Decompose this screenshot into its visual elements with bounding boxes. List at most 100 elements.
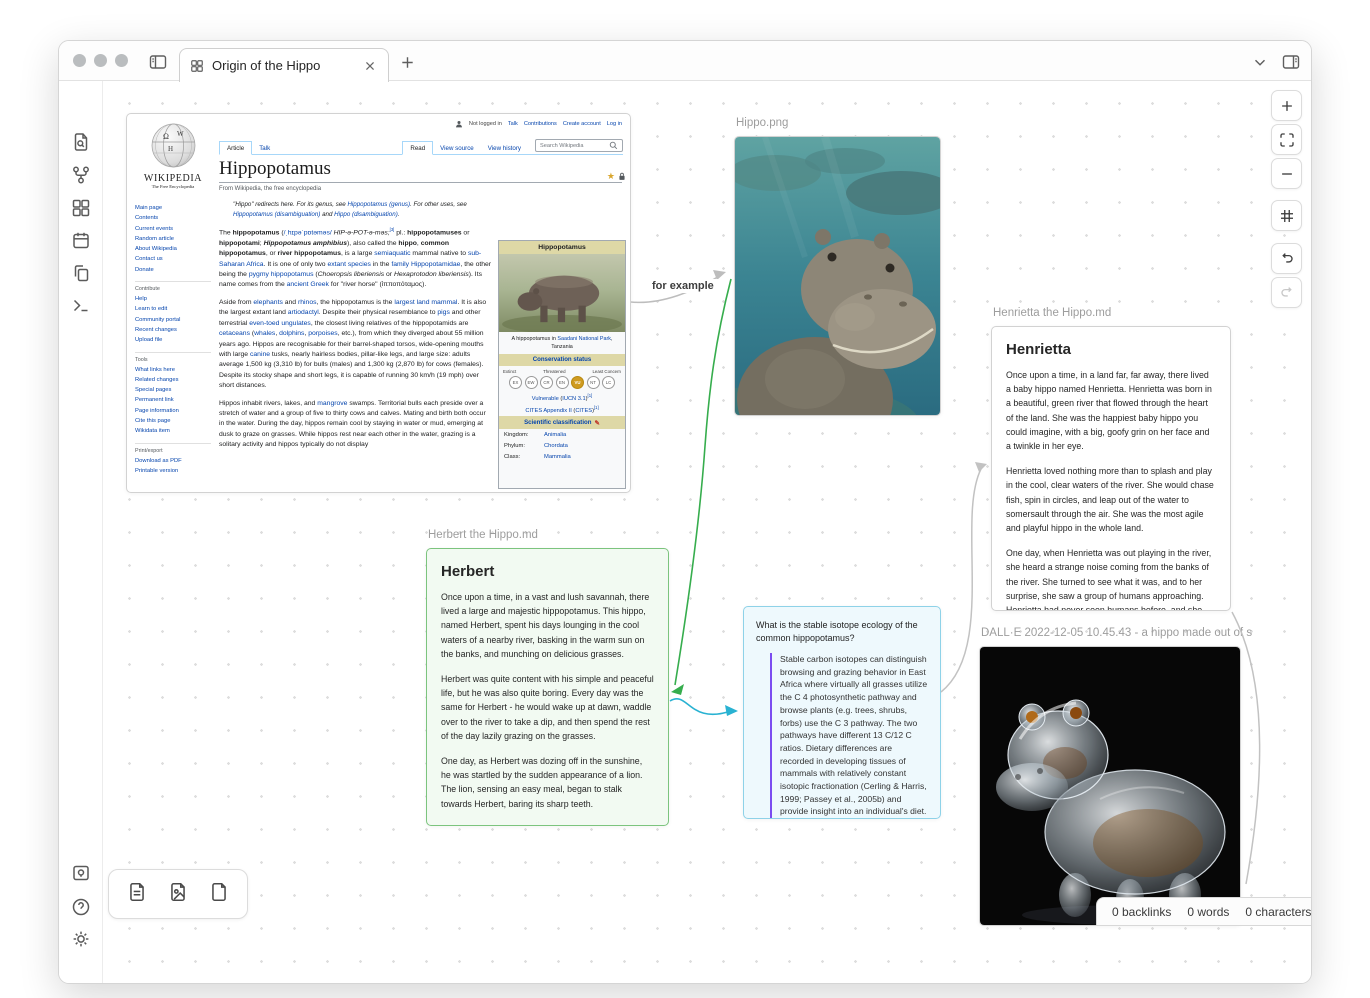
baby-hippo-underwater-image: [735, 137, 940, 415]
answer-blockquote: Stable carbon isotopes can distinguish b…: [770, 653, 928, 818]
article-hatnote: "Hippo" redirects here. For its genus, s…: [233, 201, 467, 218]
settings-button[interactable]: [71, 929, 91, 949]
zoom-in-button[interactable]: [1271, 90, 1302, 121]
vault-switcher-button[interactable]: [71, 863, 91, 883]
iucn-scale-labels: Extinct Threatened Least Concern: [503, 368, 621, 374]
blank-file-icon: [211, 882, 226, 901]
question-text: What is the stable isotope ecology of th…: [756, 620, 918, 643]
isotope-question-card[interactable]: What is the stable isotope ecology of th…: [743, 606, 941, 819]
hippo-photo: [499, 254, 625, 333]
search-placeholder: Search Wikipedia: [540, 142, 584, 149]
minimize-window-button[interactable]: [94, 54, 107, 67]
article-paragraph: Hippos inhabit rivers, lakes, and mangro…: [219, 399, 486, 449]
tab-title: Origin of the Hippo: [212, 58, 321, 73]
svg-text:W: W: [177, 130, 184, 138]
herbert-note-card[interactable]: Herbert Once upon a time, in a vast and …: [426, 548, 669, 826]
sidebar-section-header: Print/export: [135, 442, 211, 454]
taxonomy-row: Phylum: Chordata: [504, 442, 568, 449]
new-canvas-button[interactable]: [71, 198, 91, 218]
wikipedia-personal-links[interactable]: Not logged in Talk Contributions Create acc…: [455, 120, 622, 128]
wikipedia-contribute-links[interactable]: Help Learn to edit Community portal Recent …: [135, 294, 211, 345]
traffic-lights[interactable]: [73, 54, 128, 67]
file-search-icon: [74, 133, 88, 151]
watchlist-star-icon[interactable]: ★: [607, 172, 615, 181]
vault-icon: [73, 865, 89, 881]
tab-origin-of-the-hippo[interactable]: Origin of the Hippo: [179, 48, 389, 82]
wikipedia-logo[interactable]: Ω W H: [135, 122, 211, 169]
snap-to-grid-toggle[interactable]: [1271, 200, 1302, 231]
cites-status-line[interactable]: CITES Appendix II (CITES)[1]: [501, 405, 623, 414]
add-media-card-button[interactable]: [167, 881, 189, 908]
zoom-to-fit-button[interactable]: [1271, 124, 1302, 155]
card-label-dalle: DALL·E 2022-12-05 10.45.43 - a hippo mad…: [981, 627, 1253, 639]
daily-note-button[interactable]: [71, 230, 91, 250]
svg-text:H: H: [168, 145, 173, 153]
add-file-card-button[interactable]: [208, 881, 230, 908]
henrietta-note-card[interactable]: Henrietta Once upon a time, in a land fa…: [991, 326, 1231, 611]
close-window-button[interactable]: [73, 54, 86, 67]
word-count: 0 words: [1187, 904, 1230, 919]
note-body: Once upon a time, in a land far, far awa…: [1006, 370, 1214, 611]
classification-header[interactable]: Scientific classification ✎: [499, 416, 625, 430]
tab-list-dropdown-button[interactable]: [1249, 51, 1271, 73]
help-button[interactable]: [71, 897, 91, 917]
page-protection-lock-icon: [619, 172, 625, 180]
templates-button[interactable]: [71, 263, 91, 283]
zoom-window-button[interactable]: [115, 54, 128, 67]
conservation-status-header[interactable]: Conservation status: [499, 353, 625, 366]
close-tab-icon[interactable]: [362, 58, 378, 74]
new-tab-button[interactable]: [397, 52, 417, 72]
note-body: Once upon a time, in a vast and lush sav…: [441, 592, 654, 825]
taxonomy-row: Kingdom: Animalia: [504, 431, 567, 438]
toggle-left-sidebar-button[interactable]: [147, 51, 169, 73]
taxobox: Hippopotamus A hippopotamus in Saadani N…: [498, 240, 626, 489]
wikipedia-embed-card[interactable]: Not logged in Talk Contributions Create acc…: [126, 113, 631, 493]
svg-text:Ω: Ω: [163, 132, 169, 141]
character-count: 0 characters: [1245, 904, 1312, 919]
wikipedia-sidebar: Ω W H WIKIPEDIA The Free Encyclopedia Ma…: [127, 122, 219, 476]
wikipedia-nav-links[interactable]: Main page Contents Current events Random ar…: [135, 203, 211, 275]
quick-switcher-button[interactable]: [71, 132, 91, 152]
dalle-image-card[interactable]: [979, 646, 1241, 926]
toggle-right-sidebar-button[interactable]: [1280, 51, 1302, 73]
titlebar: Origin of the Hippo: [59, 41, 1311, 82]
command-palette-button[interactable]: [71, 295, 91, 315]
wikipedia-view-tabs[interactable]: Read View source View history: [402, 141, 528, 155]
wikipedia-search-box[interactable]: Search Wikipedia: [535, 139, 623, 152]
hippo-png-image-card[interactable]: [734, 136, 941, 416]
article-paragraph: The hippopotamus (/ˌhɪpəˈpɒtəməs/ HIP-ə-…: [219, 227, 492, 289]
graph-view-button[interactable]: [71, 165, 91, 185]
wikipedia-tools-links[interactable]: What links here Related changes Special pa…: [135, 365, 211, 437]
taxonomy-row: Class: Mammalia: [504, 453, 571, 460]
iucn-status-line[interactable]: Vulnerable (IUCN 3.1)[1]: [501, 393, 623, 402]
search-icon: [609, 141, 618, 150]
help-icon: [72, 898, 90, 916]
image-file-icon: [171, 882, 185, 901]
edit-pencil-icon[interactable]: ✎: [594, 419, 599, 427]
card-label-henrietta: Henrietta the Hippo.md: [993, 307, 1112, 319]
maximize-brackets-icon: [1279, 132, 1294, 147]
calendar-icon: [73, 232, 89, 249]
iucn-badges: EX EW CR EN VU NT LC: [499, 375, 625, 391]
zoom-out-button[interactable]: [1271, 158, 1302, 189]
wikipedia-namespace-tabs[interactable]: Article Talk: [219, 141, 277, 155]
wikipedia-print-links[interactable]: Download as PDF Printable version: [135, 456, 211, 477]
backlinks-count[interactable]: 0 backlinks: [1112, 905, 1171, 919]
status-bar: 0 backlinks 0 words 0 characters: [1096, 897, 1312, 926]
sidebar-section-header: Tools: [135, 351, 211, 363]
note-title: Henrietta: [1006, 341, 1072, 358]
card-label-herbert: Herbert the Hippo.md: [428, 529, 538, 541]
undo-button[interactable]: [1271, 243, 1302, 274]
gear-icon: [73, 931, 89, 947]
article-title: Hippopotamus: [219, 158, 622, 183]
wikipedia-globe-icon: Ω W H: [151, 123, 195, 168]
article-subtitle: From Wikipedia, the free encyclopedia: [219, 186, 322, 192]
taxobox-caption: A hippopotamus in Saadani National Park,…: [511, 335, 613, 351]
add-note-card-button[interactable]: [126, 881, 148, 908]
redo-button[interactable]: [1271, 277, 1302, 308]
copy-files-icon: [74, 265, 89, 282]
chevron-down-icon: [1254, 59, 1266, 66]
grid-hash-icon: [1280, 209, 1293, 222]
panel-right-icon: [1282, 55, 1300, 69]
panel-left-icon: [149, 55, 167, 69]
